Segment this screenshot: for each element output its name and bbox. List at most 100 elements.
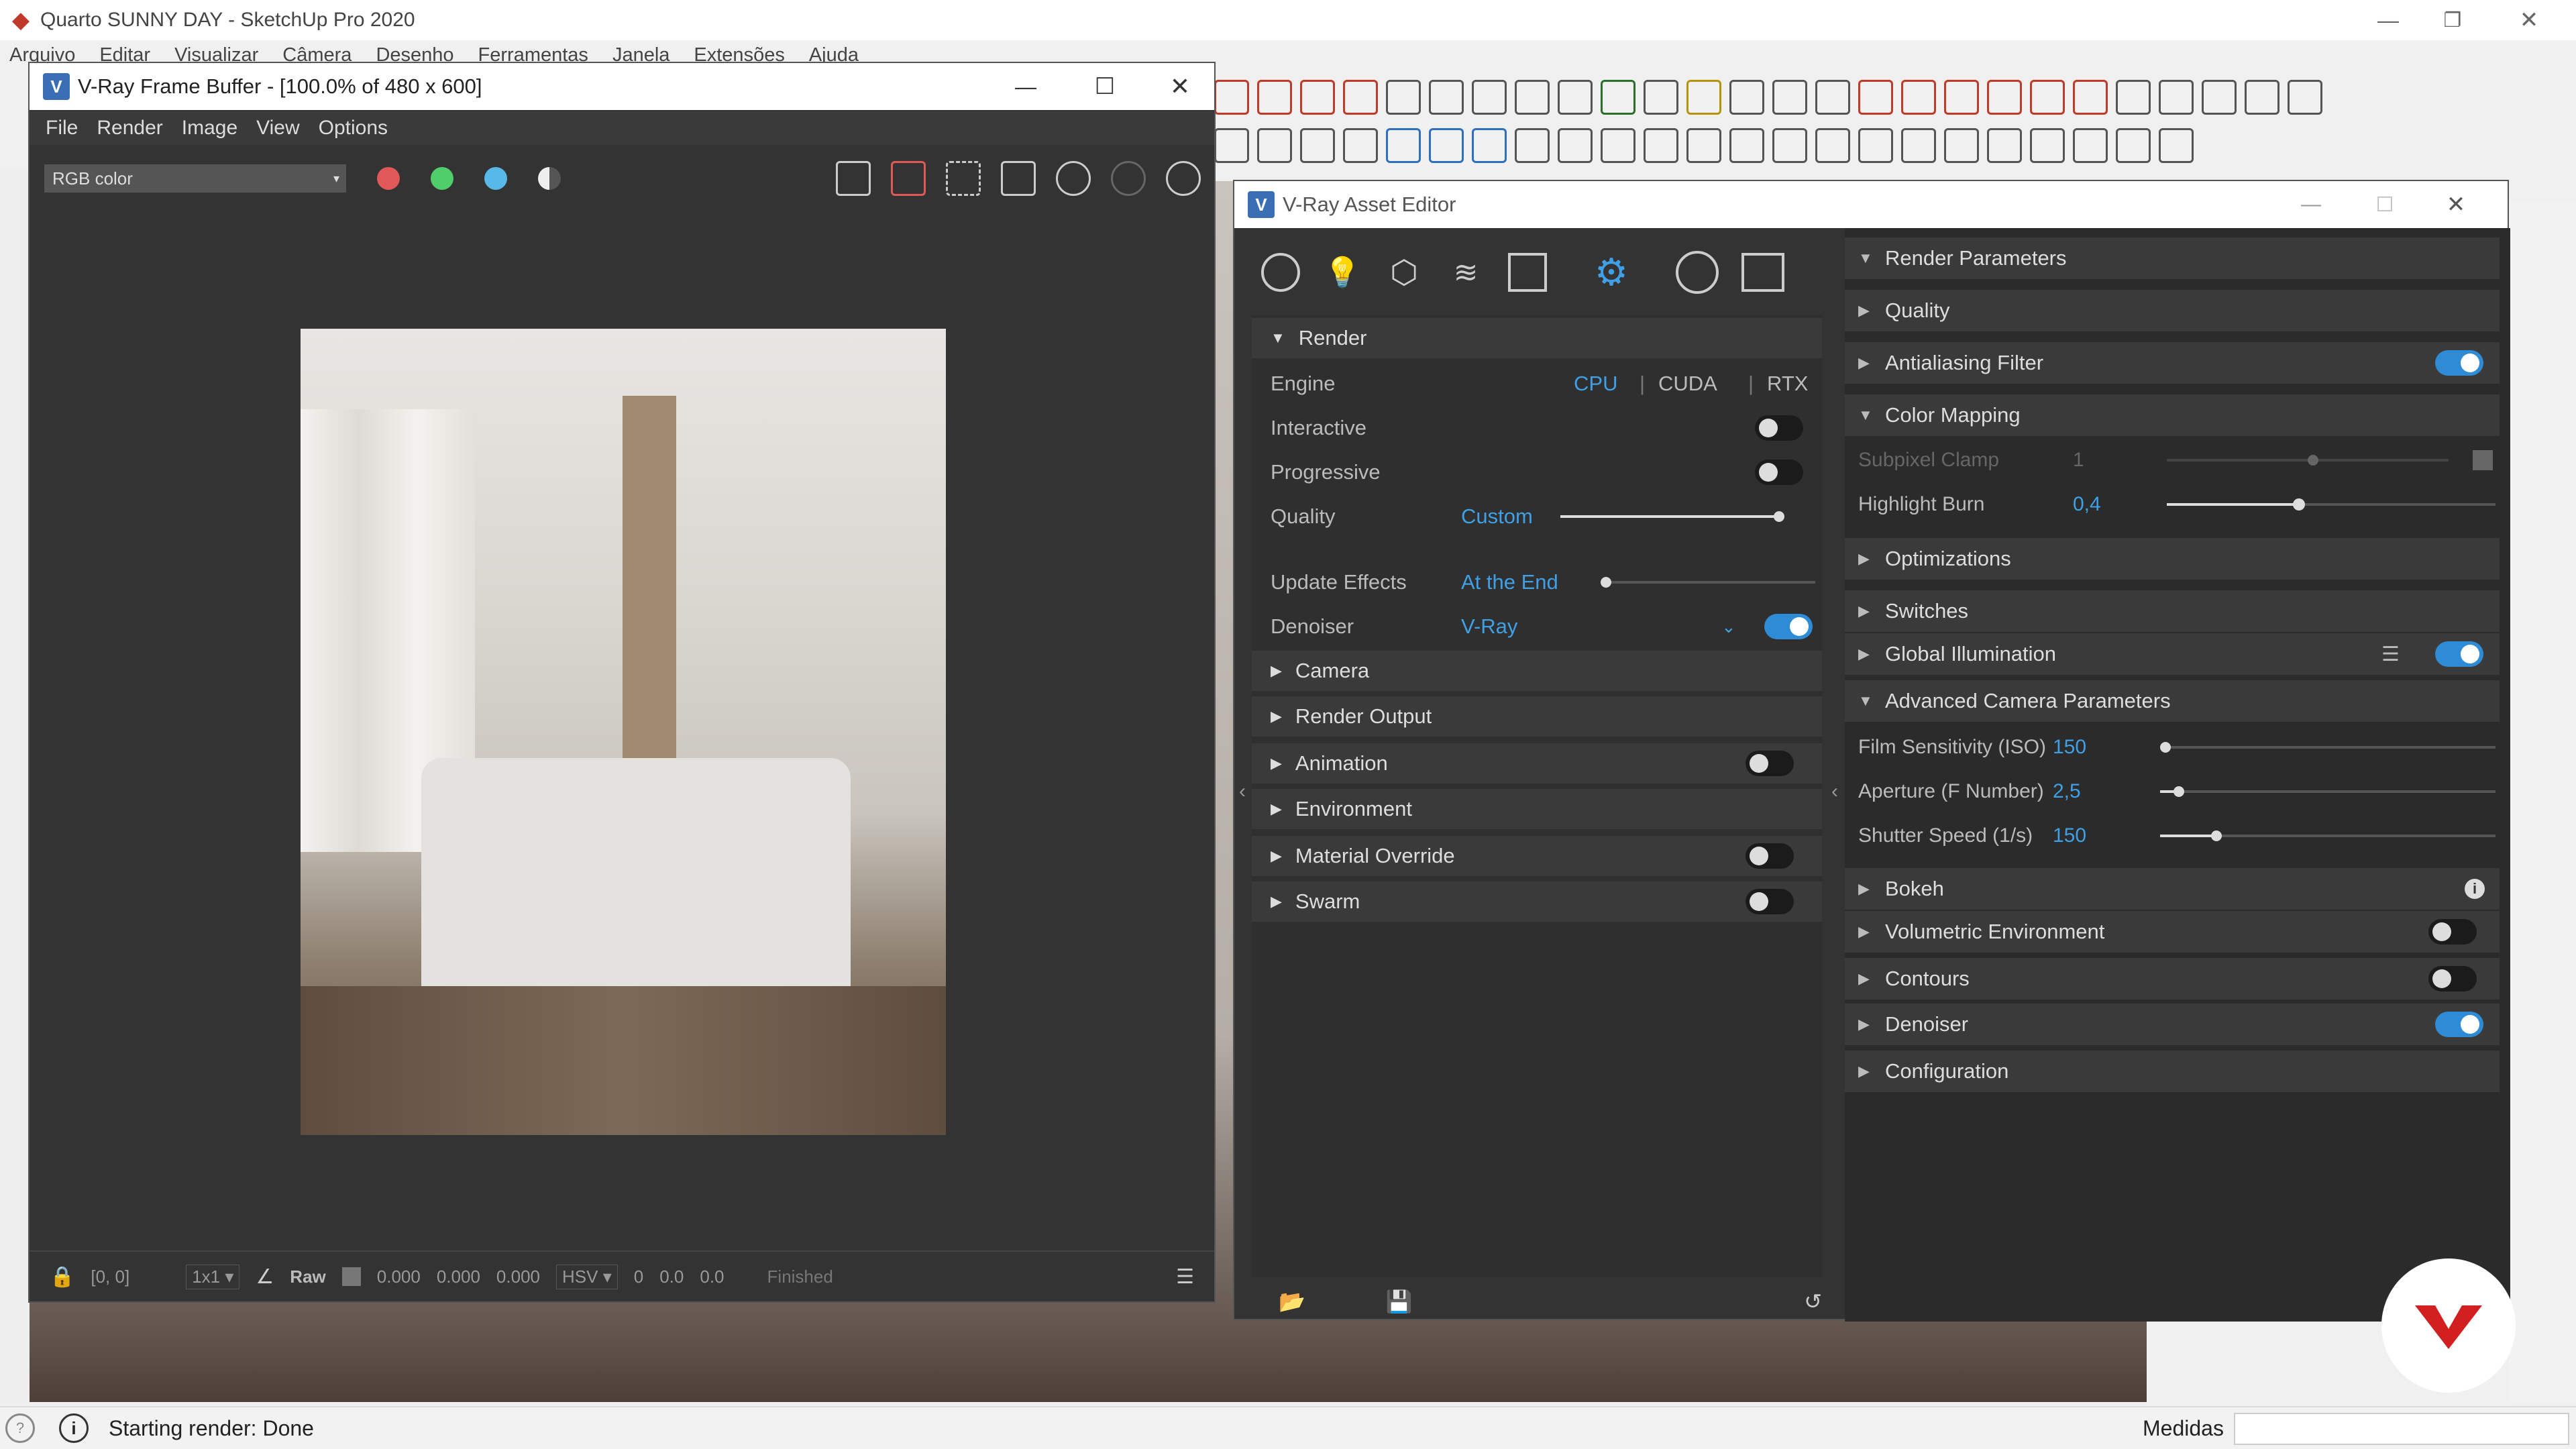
lights-icon[interactable]: 💡	[1323, 253, 1362, 292]
animation-toggle[interactable]	[1746, 751, 1794, 776]
clear-image-icon[interactable]	[891, 161, 926, 196]
rotate-icon[interactable]	[1944, 80, 1979, 115]
global-illumination-toggle[interactable]	[2435, 641, 2483, 667]
info-icon[interactable]: i	[2465, 879, 2485, 899]
engine-rtx[interactable]: RTX	[1767, 372, 1808, 396]
push-pull-icon[interactable]	[1901, 80, 1936, 115]
geometry-icon[interactable]: ⬡	[1385, 253, 1424, 292]
shaded-icon[interactable]	[1772, 128, 1807, 163]
materials-icon[interactable]	[1261, 253, 1300, 292]
swarm-toggle[interactable]	[1746, 889, 1794, 914]
eyedropper-icon[interactable]: ∠	[256, 1265, 274, 1289]
render-parameters-header[interactable]: ▼ Render Parameters	[1845, 237, 2500, 279]
lock-icon[interactable]: 🔒	[50, 1265, 74, 1289]
volumetric-toggle[interactable]	[2428, 919, 2477, 945]
pie-tool-icon[interactable]	[1257, 80, 1292, 115]
render-teapot-icon[interactable]	[1676, 251, 1719, 294]
vfb-menu-options[interactable]: Options	[319, 117, 388, 140]
subpixel-clamp-value[interactable]: 1	[2073, 449, 2084, 472]
arc-tool-icon[interactable]	[1214, 80, 1249, 115]
color-mode-select[interactable]: HSV ▾	[556, 1264, 618, 1289]
vfb-close-icon[interactable]: ✕	[1157, 63, 1203, 110]
material-override-toggle[interactable]	[1746, 843, 1794, 869]
extension-icon[interactable]	[2159, 80, 2194, 115]
dimension-icon[interactable]	[1644, 80, 1678, 115]
render-elements-icon[interactable]: ≋	[1446, 253, 1485, 292]
red-channel-icon[interactable]	[377, 167, 400, 190]
scale-icon[interactable]	[2030, 80, 2065, 115]
close-icon[interactable]: ✕	[2502, 0, 2556, 40]
flip-edge-icon[interactable]	[2073, 128, 2108, 163]
stamp-icon[interactable]	[1987, 128, 2022, 163]
open-folder-icon[interactable]: 📂	[1279, 1289, 1305, 1314]
pencil-icon[interactable]	[2159, 128, 2194, 163]
aperture-value[interactable]: 2,5	[2053, 780, 2081, 803]
blue-channel-icon[interactable]	[484, 167, 507, 190]
camera-section-header[interactable]: ▶ Camera	[1252, 651, 1822, 691]
shutter-value[interactable]: 150	[2053, 824, 2086, 847]
collapse-right-icon[interactable]: ‹	[1825, 771, 1845, 812]
zoom-select[interactable]: 1x1 ▾	[186, 1264, 240, 1289]
drape-icon[interactable]	[2030, 128, 2065, 163]
geo-location-icon[interactable]: ?	[5, 1413, 35, 1443]
vfb-minimize-icon[interactable]: —	[1002, 63, 1049, 110]
channel-select[interactable]: RGB color ▾	[44, 164, 346, 193]
highlight-burn-slider[interactable]	[2167, 498, 2496, 511]
switches-header[interactable]: ▶ Switches	[1845, 590, 2500, 632]
render-output-section-header[interactable]: ▶ Render Output	[1252, 696, 1822, 737]
follow-me-icon[interactable]	[1987, 80, 2022, 115]
quality-header[interactable]: ▶ Quality	[1845, 290, 2500, 331]
reset-icon[interactable]: ↺	[1804, 1289, 1822, 1314]
alpha-channel-icon[interactable]	[538, 167, 561, 190]
track-mouse-icon[interactable]	[1001, 161, 1036, 196]
info-icon[interactable]: i	[59, 1413, 89, 1443]
vfb-maximize-icon[interactable]: ☐	[1081, 63, 1128, 110]
chevron-down-icon[interactable]: ⌄	[1721, 616, 1736, 637]
green-channel-icon[interactable]	[431, 167, 453, 190]
engine-cpu[interactable]: CPU	[1574, 372, 1617, 396]
orbit-icon[interactable]	[1343, 128, 1378, 163]
antialiasing-toggle[interactable]	[2435, 350, 2483, 376]
engine-cuda[interactable]: CUDA	[1658, 372, 1717, 396]
text-icon[interactable]	[1729, 80, 1764, 115]
ae-maximize-icon[interactable]: ☐	[2361, 181, 2408, 228]
update-effects-slider[interactable]	[1601, 577, 1815, 588]
render-teapot-icon[interactable]	[1056, 161, 1091, 196]
sandbox-icon[interactable]	[1858, 128, 1893, 163]
environment-section-header[interactable]: ▶ Environment	[1252, 789, 1822, 829]
shutter-slider[interactable]	[2160, 830, 2496, 841]
render-section-header[interactable]: ▼ Render	[1252, 318, 1822, 358]
move-icon[interactable]	[1858, 80, 1893, 115]
components-icon[interactable]	[1815, 128, 1850, 163]
textures-icon[interactable]	[1508, 253, 1547, 292]
restore-icon[interactable]: ❐	[2426, 0, 2479, 40]
rect-light-icon[interactable]	[1429, 80, 1464, 115]
subpixel-checkbox[interactable]	[2473, 450, 2493, 470]
region-render-icon[interactable]	[946, 161, 981, 196]
solid-subtract-icon[interactable]	[1558, 128, 1593, 163]
iso-value[interactable]: 150	[2053, 736, 2086, 759]
quality-slider[interactable]	[1560, 511, 1784, 522]
configuration-header[interactable]: ▶ Configuration	[1845, 1051, 2500, 1092]
material-override-section-header[interactable]: ▶ Material Override	[1252, 836, 1822, 876]
denoiser-param-toggle[interactable]	[2435, 1012, 2483, 1037]
freehand-tool-icon[interactable]	[1300, 80, 1335, 115]
protractor-icon[interactable]	[1686, 80, 1721, 115]
cube-textured-icon[interactable]	[1472, 128, 1507, 163]
denoiser-header[interactable]: ▶ Denoiser	[1845, 1004, 2500, 1045]
contours-header[interactable]: ▶ Contours	[1845, 958, 2500, 1000]
copy-icon[interactable]	[1214, 128, 1249, 163]
vfb-menu-image[interactable]: Image	[182, 117, 237, 140]
update-effects-value[interactable]: At the End	[1461, 570, 1558, 594]
bokeh-header[interactable]: ▶ Bokeh i	[1845, 868, 2500, 910]
interactive-toggle[interactable]	[1755, 415, 1803, 441]
measures-input[interactable]	[2234, 1413, 2569, 1445]
sliders-icon[interactable]: ☰	[2381, 643, 2400, 666]
swarm-section-header[interactable]: ▶ Swarm	[1252, 881, 1822, 922]
hidden-line-icon[interactable]	[1729, 128, 1764, 163]
volumetric-header[interactable]: ▶ Volumetric Environment	[1845, 911, 2500, 953]
paint-bucket-icon[interactable]	[1815, 80, 1850, 115]
ies-light-icon[interactable]	[1558, 80, 1593, 115]
cube-shaded-icon[interactable]	[1429, 128, 1464, 163]
section-plane-icon[interactable]	[1601, 128, 1635, 163]
